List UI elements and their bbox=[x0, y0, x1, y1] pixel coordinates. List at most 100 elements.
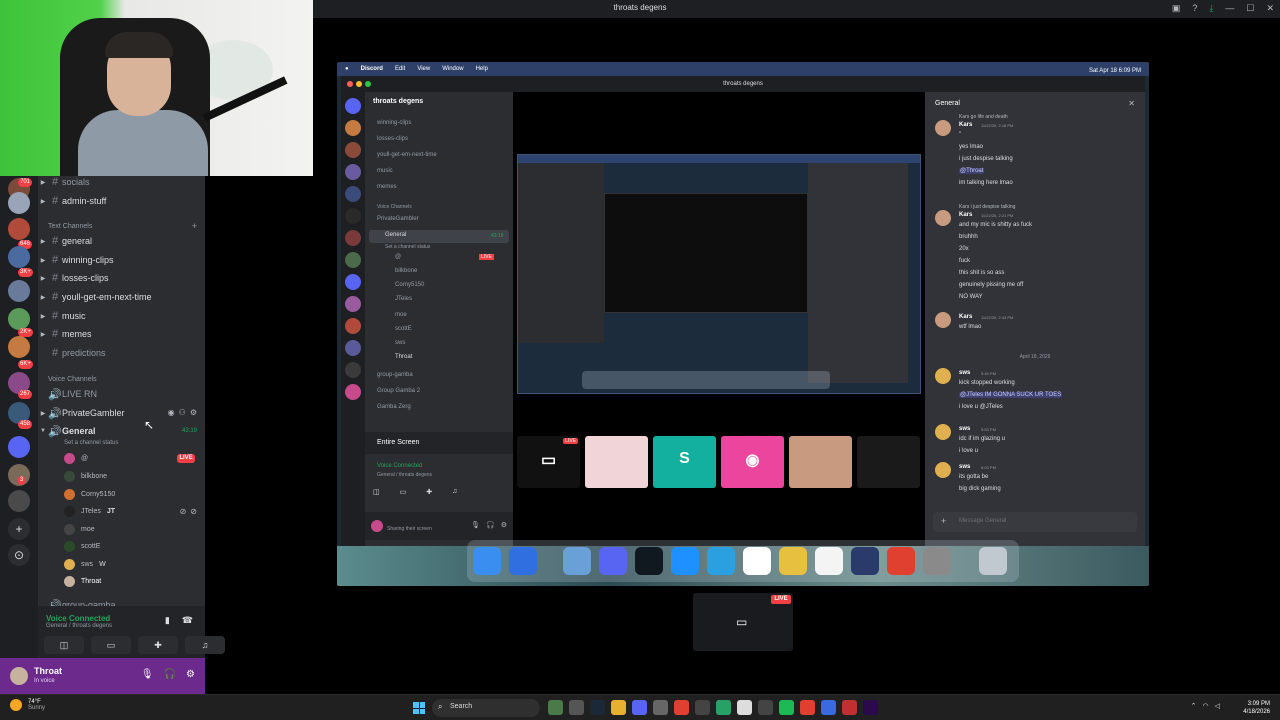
avatar bbox=[935, 368, 951, 384]
hash-icon: # bbox=[51, 254, 59, 266]
channel-item[interactable]: ▶ # memes bbox=[38, 325, 205, 343]
stream-thumbnail[interactable]: LIVE ▭ bbox=[693, 593, 793, 651]
category-text-channels[interactable]: Text Channels bbox=[48, 223, 92, 230]
voice-user-name: Corny5150 bbox=[81, 490, 116, 498]
voice-user[interactable]: sws W bbox=[64, 556, 106, 572]
channel-item[interactable]: ▶ # admin-stuff bbox=[38, 192, 205, 210]
channel-item[interactable]: ▶ # general bbox=[38, 232, 205, 250]
app-icon bbox=[779, 547, 807, 575]
task-view-icon[interactable] bbox=[569, 700, 584, 715]
app-icon[interactable] bbox=[548, 700, 563, 715]
voice-status[interactable]: Voice Connected bbox=[46, 614, 110, 623]
server-icon[interactable] bbox=[8, 336, 30, 358]
inbox-icon[interactable]: ▣ bbox=[1172, 3, 1181, 14]
voice-user[interactable]: bilkbone bbox=[64, 468, 107, 484]
gear-icon[interactable]: ⚙ bbox=[190, 408, 197, 417]
shared-server-rail bbox=[341, 92, 365, 546]
voice-user[interactable]: JTeles JT bbox=[64, 503, 115, 519]
voice-channel-item[interactable]: 🔊 LIVE RN bbox=[38, 385, 205, 403]
server-icon[interactable] bbox=[8, 490, 30, 512]
wifi-icon[interactable]: ◠ bbox=[1203, 702, 1209, 710]
channel-item[interactable]: ▶ # socials bbox=[38, 176, 205, 191]
gear-icon[interactable]: ⚙ bbox=[186, 669, 195, 680]
obs-icon[interactable] bbox=[758, 700, 773, 715]
channel-label: General bbox=[62, 426, 96, 436]
app-icon[interactable] bbox=[842, 700, 857, 715]
discord-icon[interactable] bbox=[632, 700, 647, 715]
user-status: In voice bbox=[34, 678, 55, 684]
username[interactable]: Throat bbox=[34, 666, 62, 676]
soundboard-button[interactable]: ♫ bbox=[185, 636, 225, 654]
channel-label: general bbox=[62, 236, 93, 246]
chevron-up-icon[interactable]: ⌃ bbox=[1191, 702, 1197, 710]
app-icon[interactable] bbox=[695, 700, 710, 715]
voice-channel-item[interactable]: 🔊 group-gamba bbox=[38, 596, 205, 607]
notepad-icon[interactable] bbox=[737, 700, 752, 715]
mac-clock: Sat Apr 18 6:09 PM bbox=[1088, 68, 1141, 74]
channel-sidebar: ▶ # socials ▶ # admin-stuff Text Channel… bbox=[38, 176, 205, 606]
download-icon[interactable]: ⤓ bbox=[1209, 3, 1213, 14]
search-icon: ⌕ bbox=[438, 702, 443, 711]
chrome-icon[interactable] bbox=[674, 700, 689, 715]
steam-icon[interactable] bbox=[590, 700, 605, 715]
shared-channel: group-gamba bbox=[377, 372, 413, 378]
volume-icon[interactable]: ◁ bbox=[1215, 702, 1220, 710]
channel-item[interactable]: ▶ # youll-get-em-next-time bbox=[38, 288, 205, 306]
channel-item[interactable]: ▶ # losses-clips bbox=[38, 269, 205, 287]
server-icon[interactable] bbox=[8, 192, 30, 214]
server-icon[interactable] bbox=[8, 436, 30, 458]
server-icon[interactable] bbox=[8, 280, 30, 302]
channel-item[interactable]: ▶ # music bbox=[38, 307, 205, 325]
search-label: Search bbox=[450, 703, 473, 710]
windows-start-icon[interactable] bbox=[413, 702, 425, 714]
voice-location[interactable]: General / throats degens bbox=[46, 623, 112, 629]
camera-button[interactable]: ◫ bbox=[44, 636, 84, 654]
voice-user[interactable]: Throat bbox=[64, 573, 101, 589]
channel-status[interactable]: Set a channel status bbox=[64, 440, 118, 446]
folder-icon[interactable] bbox=[611, 700, 626, 715]
channel-label: predictions bbox=[62, 348, 106, 358]
headphones-icon[interactable]: 🎧 bbox=[164, 669, 176, 680]
app-icon[interactable] bbox=[653, 700, 668, 715]
add-server-icon[interactable]: + bbox=[8, 518, 30, 540]
chat-icon[interactable]: ◉ bbox=[168, 408, 175, 417]
taskbar-clock[interactable]: 3:09 PM 4/18/2026 bbox=[1243, 700, 1270, 716]
message-author: sws bbox=[959, 426, 971, 432]
voice-channel-item[interactable]: ▼ 🔊 General bbox=[38, 422, 205, 440]
shared-user: scottE bbox=[395, 326, 412, 332]
mic-icon[interactable]: 🎙 bbox=[141, 669, 154, 680]
message-line: i love u bbox=[959, 448, 979, 454]
activities-button[interactable]: ✚ bbox=[138, 636, 178, 654]
voice-user[interactable]: scottE bbox=[64, 538, 100, 554]
help-icon[interactable]: ? bbox=[1192, 3, 1197, 14]
settings-icon bbox=[923, 547, 951, 575]
signal-icon[interactable]: ▮ bbox=[165, 615, 170, 626]
server-icon[interactable] bbox=[8, 246, 30, 268]
app-icon[interactable] bbox=[821, 700, 836, 715]
voice-user[interactable]: moe bbox=[64, 521, 95, 537]
add-user-icon[interactable]: ⚇ bbox=[179, 408, 186, 417]
maximize-button[interactable]: ☐ bbox=[1246, 3, 1254, 14]
voice-user[interactable]: @ bbox=[64, 450, 88, 466]
voice-user[interactable]: Corny5150 bbox=[64, 486, 115, 502]
taskbar-search[interactable]: ⌕ Search bbox=[432, 699, 540, 717]
spotify-icon[interactable] bbox=[779, 700, 794, 715]
screen-share-button[interactable]: ▭ bbox=[91, 636, 131, 654]
premiere-icon[interactable] bbox=[863, 700, 878, 715]
minimize-button[interactable]: — bbox=[1225, 3, 1234, 14]
category-voice-channels[interactable]: Voice Channels bbox=[48, 376, 97, 383]
channel-item[interactable]: # predictions bbox=[38, 344, 205, 362]
channel-item[interactable]: ▶ # winning-clips bbox=[38, 251, 205, 269]
disconnect-icon[interactable]: ☎ bbox=[182, 615, 193, 626]
stream-view[interactable]: ● Discord Edit View Window Help Sat Apr … bbox=[337, 62, 1149, 586]
server-icon[interactable] bbox=[8, 308, 30, 330]
discover-icon[interactable]: ⊙ bbox=[8, 544, 30, 566]
app-icon[interactable] bbox=[716, 700, 731, 715]
weather-widget[interactable]: 74°F Sunny bbox=[10, 699, 45, 711]
avatar[interactable] bbox=[10, 667, 28, 685]
server-icon[interactable] bbox=[8, 218, 30, 240]
monitor-icon: ▭ bbox=[736, 615, 748, 629]
add-channel-icon[interactable]: + bbox=[192, 221, 197, 231]
close-button[interactable]: ✕ bbox=[1266, 3, 1274, 14]
app-icon[interactable] bbox=[800, 700, 815, 715]
